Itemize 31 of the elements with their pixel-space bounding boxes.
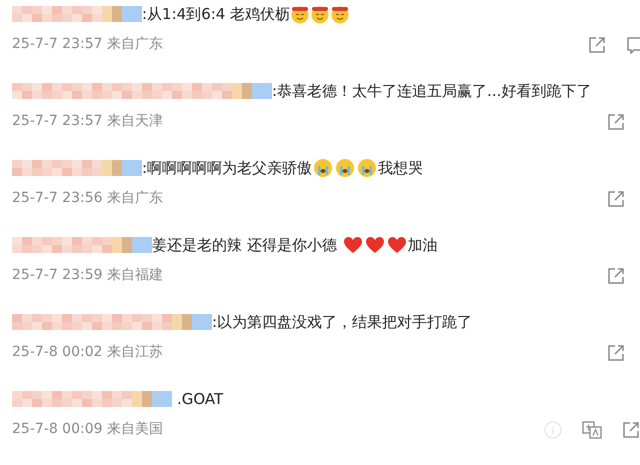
comment-text: :啊啊啊啊啊为老父亲骄傲 (142, 158, 312, 179)
share-icon[interactable] (588, 36, 606, 54)
comment-meta: 25-7-8 00:09 来自美国 (12, 420, 163, 439)
smiling-face-icon (310, 4, 330, 24)
crying-face-icon (357, 158, 378, 178)
comment-text: :以为第四盘没戏了，结果把对手打跪了 (212, 312, 472, 333)
share-icon[interactable] (607, 190, 625, 208)
comment-meta: 25-7-7 23:57 来自广东 (12, 35, 163, 54)
comment-meta: 25-7-7 23:56 来自广东 (12, 189, 163, 208)
comment-text: :从1:4到6:4 老鸡伏枥 (142, 4, 290, 25)
comment-text: 加油 (408, 234, 438, 256)
comment-meta: 25-7-7 23:59 来自福建 (12, 266, 163, 285)
translate-icon[interactable] (582, 420, 602, 438)
comment-text: .GOAT (177, 388, 224, 410)
smiling-face-icon (290, 4, 310, 24)
comment-meta: 25-7-7 23:57 来自天津 (12, 112, 163, 131)
comment-meta: 25-7-8 00:02 来自江苏 (12, 343, 163, 362)
heart-icon (342, 236, 363, 254)
comment-icon[interactable] (626, 36, 640, 54)
share-icon[interactable] (607, 344, 625, 362)
share-icon[interactable] (622, 420, 640, 438)
crying-face-icon (335, 158, 356, 178)
smiling-face-icon (330, 4, 350, 24)
heart-icon (386, 236, 407, 254)
heart-icon (364, 236, 385, 254)
comment-text: :恭喜老德！太牛了连追五局赢了...好看到跪下了 (272, 80, 592, 102)
share-icon[interactable] (607, 112, 625, 130)
comment-text: 我想哭 (378, 158, 424, 179)
crying-face-icon (313, 158, 334, 178)
comment-text: 姜还是老的辣 还得是你小德 (152, 234, 338, 256)
share-icon[interactable] (607, 266, 625, 284)
